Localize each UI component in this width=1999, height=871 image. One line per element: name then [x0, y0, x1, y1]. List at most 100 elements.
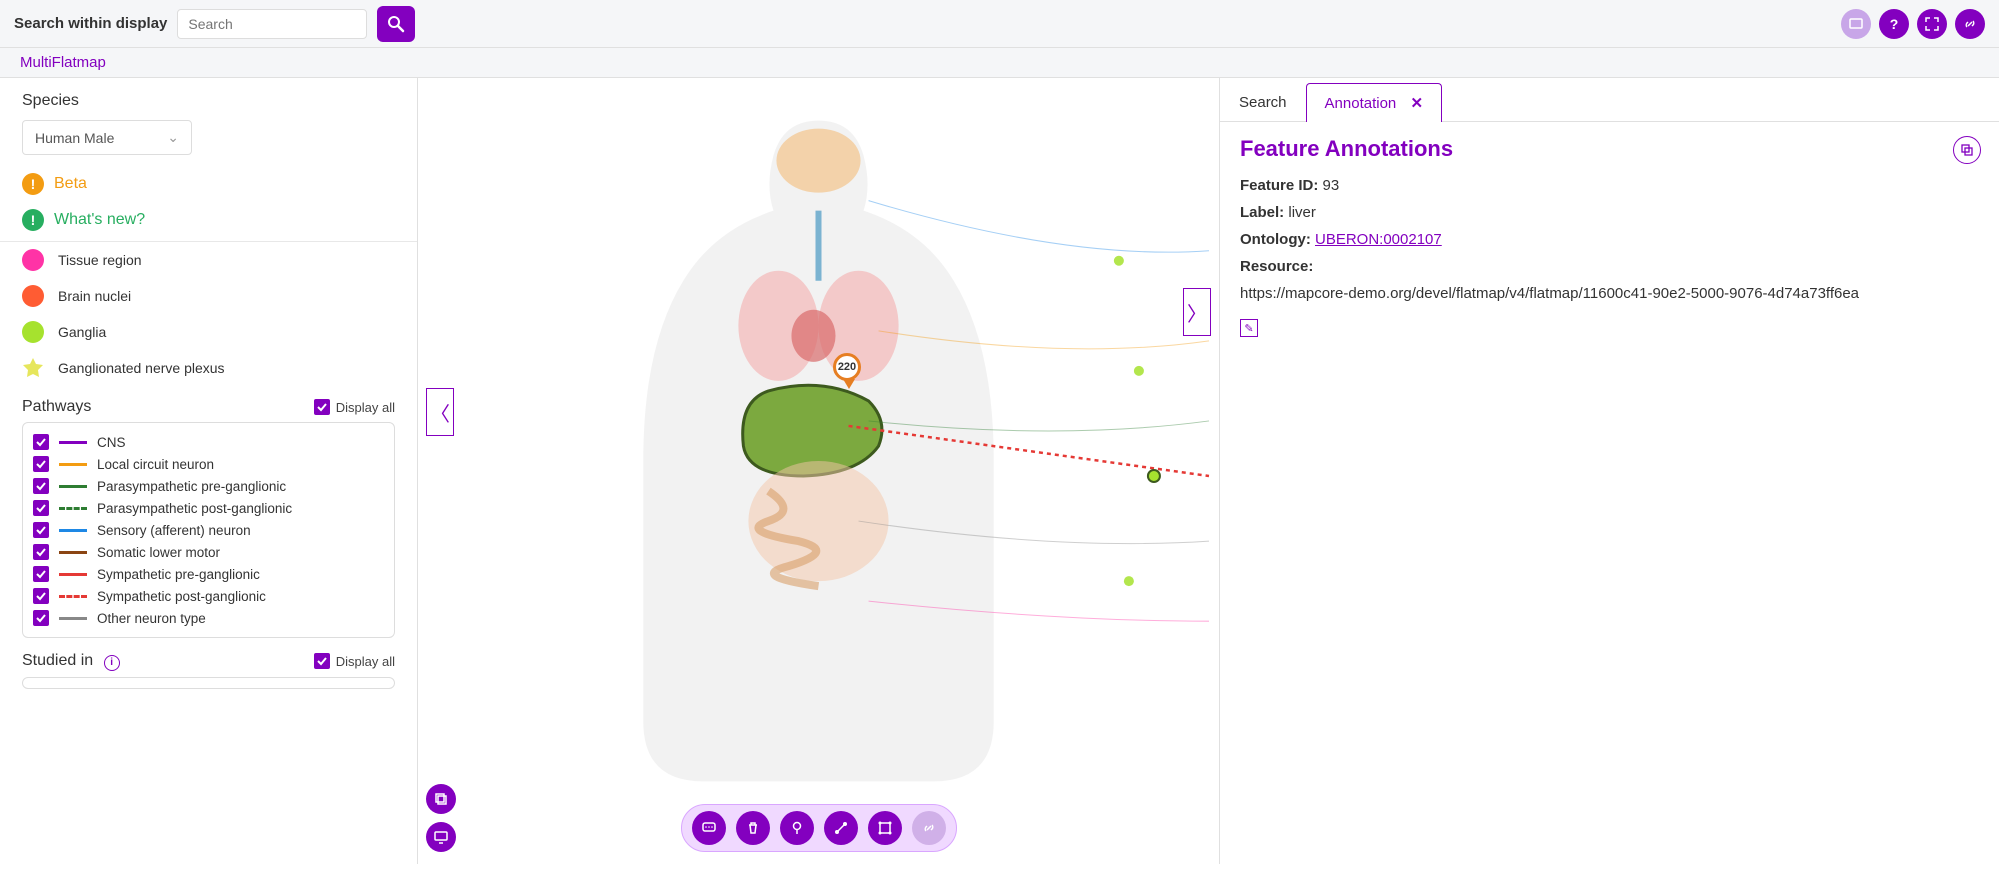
flatmap-canvas[interactable]: 〈 〉: [418, 78, 1219, 864]
pathway-row[interactable]: Sympathetic post-ganglionic: [33, 585, 384, 607]
sidebar-scroll[interactable]: Tissue region Brain nuclei Ganglia Ganglion…: [0, 241, 417, 864]
feature-id-key: Feature ID:: [1240, 177, 1318, 194]
help-icon[interactable]: ?: [1879, 9, 1909, 39]
whatsnew-link[interactable]: What's new?: [54, 211, 145, 229]
search-button[interactable]: [377, 6, 415, 42]
delete-tool[interactable]: [736, 811, 770, 845]
studied-in-title: Studied in i: [22, 652, 120, 671]
pathway-label: Parasympathetic pre-ganglionic: [97, 479, 286, 494]
map-marker[interactable]: 220: [833, 353, 865, 385]
legend-item[interactable]: Tissue region: [22, 242, 395, 278]
pin-tool[interactable]: [780, 811, 814, 845]
checkbox-icon[interactable]: [33, 478, 49, 494]
layers-button[interactable]: [426, 784, 456, 814]
link-tool[interactable]: [912, 811, 946, 845]
checkbox-icon[interactable]: [33, 456, 49, 472]
comment-tool[interactable]: [692, 811, 726, 845]
legend-item[interactable]: Brain nuclei: [22, 278, 395, 314]
pathways-box: CNSLocal circuit neuron Parasympathetic p…: [22, 422, 395, 638]
checkbox-icon[interactable]: [33, 544, 49, 560]
left-panel: Species Human Male ⌄ ! Beta ! What's new…: [0, 78, 418, 864]
info-icon[interactable]: i: [104, 655, 120, 671]
label-value: liver: [1288, 204, 1316, 221]
legend-label: Ganglionated nerve plexus: [58, 360, 225, 376]
search-input[interactable]: [177, 9, 367, 39]
link-icon[interactable]: [1955, 9, 1985, 39]
beta-badge-icon: !: [22, 173, 44, 195]
legend-swatch: [22, 249, 44, 271]
legend-label: Brain nuclei: [58, 288, 131, 304]
tab-annotation[interactable]: Annotation ✕: [1306, 83, 1442, 122]
breadcrumb[interactable]: MultiFlatmap: [0, 48, 1999, 78]
checkbox-icon[interactable]: [33, 588, 49, 604]
chevron-down-icon: ⌄: [167, 129, 179, 146]
checkbox-icon[interactable]: [33, 566, 49, 582]
topbar: Search within display ?: [0, 0, 1999, 48]
question-icon: ?: [1890, 16, 1899, 32]
checkbox-icon[interactable]: [33, 434, 49, 450]
path-tool[interactable]: [824, 811, 858, 845]
beta-label: Beta: [54, 175, 87, 193]
pathway-swatch: [59, 595, 87, 598]
pathway-label: Other neuron type: [97, 611, 206, 626]
pathway-row[interactable]: Local circuit neuron: [33, 453, 384, 475]
pathway-row[interactable]: Parasympathetic post-ganglionic: [33, 497, 384, 519]
pathway-swatch: [59, 529, 87, 532]
checkbox-icon: [314, 399, 330, 415]
pin-icon: [789, 820, 805, 836]
search-icon: [386, 14, 406, 34]
ontology-link[interactable]: UBERON:0002107: [1315, 231, 1442, 248]
pathway-swatch: [59, 551, 87, 554]
right-panel: Search Annotation ✕ Feature Annotations …: [1219, 78, 1999, 864]
pathway-row[interactable]: Somatic lower motor: [33, 541, 384, 563]
studied-in-box: [22, 677, 395, 689]
pathway-row[interactable]: Parasympathetic pre-ganglionic: [33, 475, 384, 497]
pathway-swatch: [59, 507, 87, 510]
copy-button[interactable]: [1953, 136, 1981, 164]
pathway-row[interactable]: Sensory (afferent) neuron: [33, 519, 384, 541]
checkbox-icon[interactable]: [33, 500, 49, 516]
display-button[interactable]: [426, 822, 456, 852]
pathway-label: Sympathetic pre-ganglionic: [97, 567, 260, 582]
label-key: Label:: [1240, 204, 1284, 221]
path-icon: [833, 820, 849, 836]
whatsnew-badge-icon: !: [22, 209, 44, 231]
resource-value: https://mapcore-demo.org/devel/flatmap/v…: [1240, 280, 1979, 307]
resource-key: Resource:: [1240, 258, 1313, 275]
pathway-label: Somatic lower motor: [97, 545, 220, 560]
copy-icon: [1960, 143, 1974, 157]
view-mode-icon[interactable]: [1841, 9, 1871, 39]
legend-swatch: [22, 321, 44, 343]
chain-icon: [921, 820, 937, 836]
pathway-swatch: [59, 463, 87, 466]
rect-tool[interactable]: [868, 811, 902, 845]
pathways-title: Pathways: [22, 398, 91, 416]
marker-count: 220: [838, 361, 856, 373]
species-select[interactable]: Human Male ⌄: [22, 120, 192, 155]
trash-icon: [745, 820, 761, 836]
pathway-label: Parasympathetic post-ganglionic: [97, 501, 292, 516]
fullscreen-icon[interactable]: [1917, 9, 1947, 39]
pathway-label: Sensory (afferent) neuron: [97, 523, 251, 538]
tab-search[interactable]: Search: [1220, 83, 1306, 121]
checkbox-icon[interactable]: [33, 610, 49, 626]
edit-button[interactable]: ✎: [1240, 319, 1258, 337]
checkbox-icon[interactable]: [33, 522, 49, 538]
monitor-icon: [433, 829, 449, 845]
studied-in-display-all[interactable]: Display all: [314, 653, 395, 669]
pathway-row[interactable]: Sympathetic pre-ganglionic: [33, 563, 384, 585]
pathway-row[interactable]: CNS: [33, 431, 384, 453]
chain-icon: [1962, 16, 1978, 32]
pathways-display-all[interactable]: Display all: [314, 399, 395, 415]
legend-item[interactable]: Ganglia: [22, 314, 395, 350]
legend-swatch: [22, 357, 44, 379]
species-value: Human Male: [35, 130, 114, 146]
close-icon[interactable]: ✕: [1410, 95, 1423, 112]
pathway-row[interactable]: Other neuron type: [33, 607, 384, 629]
comment-icon: [701, 820, 717, 836]
legend-label: Ganglia: [58, 324, 106, 340]
search-within-label: Search within display: [14, 15, 167, 32]
canvas-toolbar: [681, 804, 957, 852]
legend-item[interactable]: Ganglionated nerve plexus: [22, 350, 395, 386]
annotation-title: Feature Annotations: [1240, 136, 1979, 162]
